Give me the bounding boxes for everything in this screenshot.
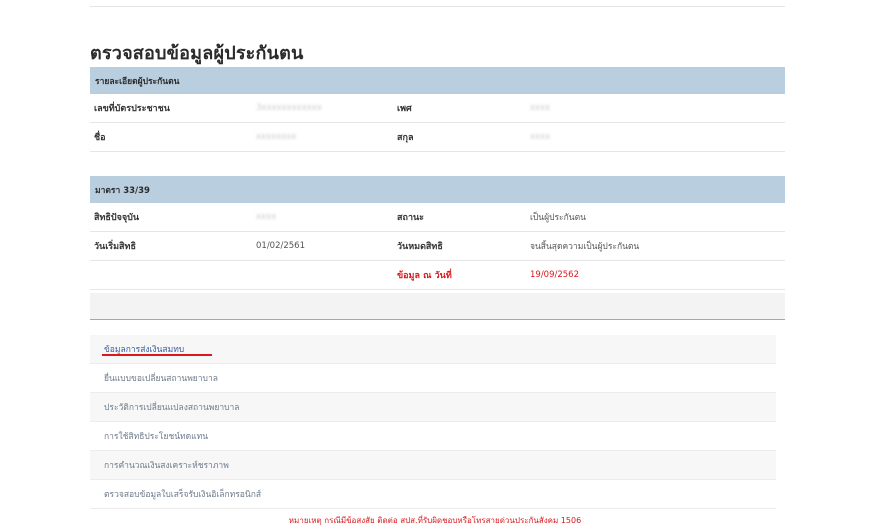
table-row: เลขที่บัตรประชาชน 3xxxxxxxxxxxx เพศ xxxx bbox=[90, 94, 785, 123]
link-benefit-usage[interactable]: การใช้สิทธิประโยชน์ทดแทน bbox=[90, 422, 776, 451]
active-underline bbox=[102, 354, 212, 356]
link-e-receipt-check[interactable]: ตรวจสอบข้อมูลใบเสร็จรับเงินอิเล็กทรอนิกส… bbox=[90, 480, 776, 509]
field-label: สกุล bbox=[397, 133, 414, 143]
table-row: ชื่อ xxxxxxxx สกุล xxxx bbox=[90, 123, 785, 152]
field-label: สิทธิปัจจุบัน bbox=[94, 213, 140, 223]
table-row: วันเริ่มสิทธิ 01/02/2561 วันหมดสิทธิ จนส… bbox=[90, 232, 785, 261]
top-divider bbox=[90, 0, 785, 7]
link-hospital-change-history[interactable]: ประวัติการเปลี่ยนแปลงสถานพยาบาล bbox=[90, 393, 776, 422]
first-name-value: xxxxxxxx bbox=[256, 132, 297, 142]
start-date-value: 01/02/2561 bbox=[256, 241, 305, 251]
service-links: ข้อมูลการส่งเงินสมทบ ยื่นแบบขอเปลี่ยนสถา… bbox=[90, 335, 776, 509]
data-as-of-label: ข้อมูล ณ วันที่ bbox=[397, 271, 452, 281]
section-33-39: มาตรา 33/39 สิทธิปัจจุบัน xxxx สถานะ เป็… bbox=[90, 176, 785, 290]
footer-note: หมายเหตุ กรณีมีข้อสงสัย ติดต่อ สปส.ที่รั… bbox=[288, 516, 582, 525]
field-label: สถานะ bbox=[397, 213, 424, 223]
section-header: มาตรา 33/39 bbox=[90, 176, 785, 203]
section-header: รายละเอียดผู้ประกันตน bbox=[90, 67, 785, 94]
status-value: เป็นผู้ประกันตน bbox=[530, 213, 586, 223]
page-title: ตรวจสอบข้อมูลผู้ประกันตน bbox=[90, 43, 304, 64]
end-date-value: จนสิ้นสุดความเป็นผู้ประกันตน bbox=[530, 242, 640, 252]
link-label[interactable]: ยื่นแบบขอเปลี่ยนสถานพยาบาล bbox=[104, 371, 218, 385]
link-label[interactable]: ตรวจสอบข้อมูลใบเสร็จรับเงินอิเล็กทรอนิกส… bbox=[104, 487, 261, 501]
field-label: เลขที่บัตรประชาชน bbox=[94, 104, 170, 114]
field-label: วันหมดสิทธิ bbox=[397, 242, 443, 252]
field-label: เพศ bbox=[397, 104, 412, 114]
table-row: ข้อมูล ณ วันที่ 19/09/2562 bbox=[90, 261, 785, 290]
link-label[interactable]: การคำนวณเงินสงเคราะห์ชราภาพ bbox=[104, 458, 229, 472]
last-name-value: xxxx bbox=[530, 132, 551, 142]
link-label[interactable]: การใช้สิทธิประโยชน์ทดแทน bbox=[104, 429, 208, 443]
gold-divider bbox=[90, 319, 785, 320]
data-as-of-date: 19/09/2562 bbox=[530, 270, 579, 280]
link-label[interactable]: ประวัติการเปลี่ยนแปลงสถานพยาบาล bbox=[104, 400, 240, 414]
link-old-age-pension-calc[interactable]: การคำนวณเงินสงเคราะห์ชราภาพ bbox=[90, 451, 776, 480]
link-contribution-info[interactable]: ข้อมูลการส่งเงินสมทบ bbox=[90, 335, 776, 364]
insured-details-section: รายละเอียดผู้ประกันตน เลขที่บัตรประชาชน … bbox=[90, 67, 785, 152]
link-change-hospital-request[interactable]: ยื่นแบบขอเปลี่ยนสถานพยาบาล bbox=[90, 364, 776, 393]
field-label: ชื่อ bbox=[94, 133, 106, 143]
spacer-bar bbox=[90, 293, 785, 319]
field-label: วันเริ่มสิทธิ bbox=[94, 242, 136, 252]
current-right-value: xxxx bbox=[256, 212, 277, 222]
gender-value: xxxx bbox=[530, 103, 551, 113]
table-row: สิทธิปัจจุบัน xxxx สถานะ เป็นผู้ประกันตน bbox=[90, 203, 785, 232]
id-card-value: 3xxxxxxxxxxxx bbox=[256, 103, 322, 113]
